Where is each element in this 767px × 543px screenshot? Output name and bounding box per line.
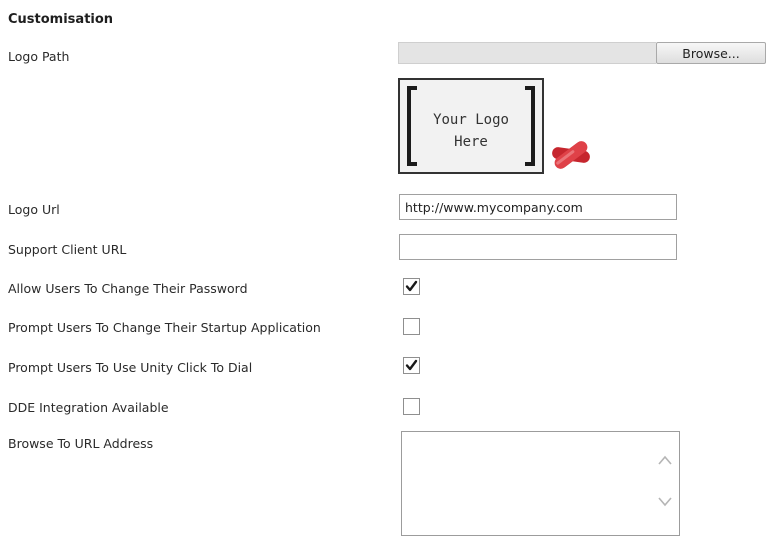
browse-to-url-label: Browse To URL Address: [8, 436, 154, 451]
logo-placeholder-text: Your Logo Here: [400, 109, 542, 153]
browse-button[interactable]: Browse...: [656, 42, 766, 64]
prompt-startup-app-checkbox[interactable]: [403, 318, 420, 335]
browse-to-url-textarea[interactable]: [402, 432, 652, 535]
delete-logo-icon[interactable]: [548, 134, 594, 176]
prompt-click-to-dial-label: Prompt Users To Use Unity Click To Dial: [8, 360, 253, 375]
support-client-url-label: Support Client URL: [8, 242, 127, 257]
dde-integration-label: DDE Integration Available: [8, 400, 169, 415]
logo-text-line1: Your Logo: [433, 112, 509, 128]
allow-change-password-checkbox[interactable]: [403, 278, 420, 295]
logo-text-line2: Here: [454, 134, 488, 150]
browse-to-url-box: [401, 431, 680, 536]
logo-url-label: Logo Url: [8, 202, 60, 217]
support-client-url-input[interactable]: [399, 234, 677, 260]
section-title: Customisation: [8, 12, 114, 27]
prompt-click-to-dial-checkbox[interactable]: [403, 357, 420, 374]
checkmark-icon: [405, 280, 418, 292]
logo-url-input[interactable]: [399, 194, 677, 220]
logo-preview: Your Logo Here: [398, 78, 544, 174]
scroll-down-arrow-icon[interactable]: [657, 496, 673, 508]
prompt-startup-app-label: Prompt Users To Change Their Startup App…: [8, 320, 321, 335]
logo-path-label: Logo Path: [8, 49, 70, 64]
scroll-up-arrow-icon[interactable]: [657, 454, 673, 466]
allow-change-password-label: Allow Users To Change Their Password: [8, 281, 248, 296]
dde-integration-checkbox[interactable]: [403, 398, 420, 415]
checkmark-icon: [405, 359, 418, 371]
logo-path-field[interactable]: [398, 42, 656, 64]
